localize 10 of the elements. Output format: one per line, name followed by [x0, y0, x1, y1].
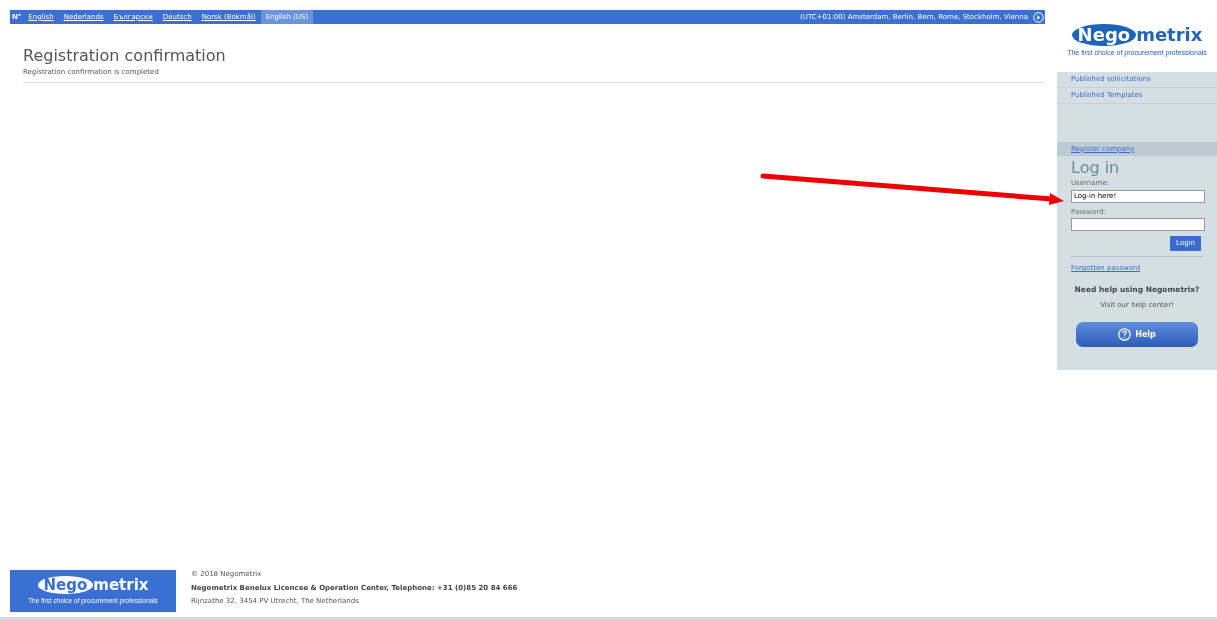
arrow-button-icon[interactable] [1033, 11, 1044, 23]
login-heading: Log in [1071, 158, 1121, 178]
password-field[interactable] [1071, 218, 1205, 231]
page-title: Registration confirmation [23, 46, 227, 66]
help-button[interactable]: Help [1076, 322, 1198, 348]
logo-text: Nego [37, 576, 94, 595]
question-icon [1118, 328, 1132, 342]
logo-text: Nego [1071, 23, 1137, 46]
logo-text: metrix [1136, 23, 1203, 46]
logo-text: metrix [93, 576, 149, 595]
